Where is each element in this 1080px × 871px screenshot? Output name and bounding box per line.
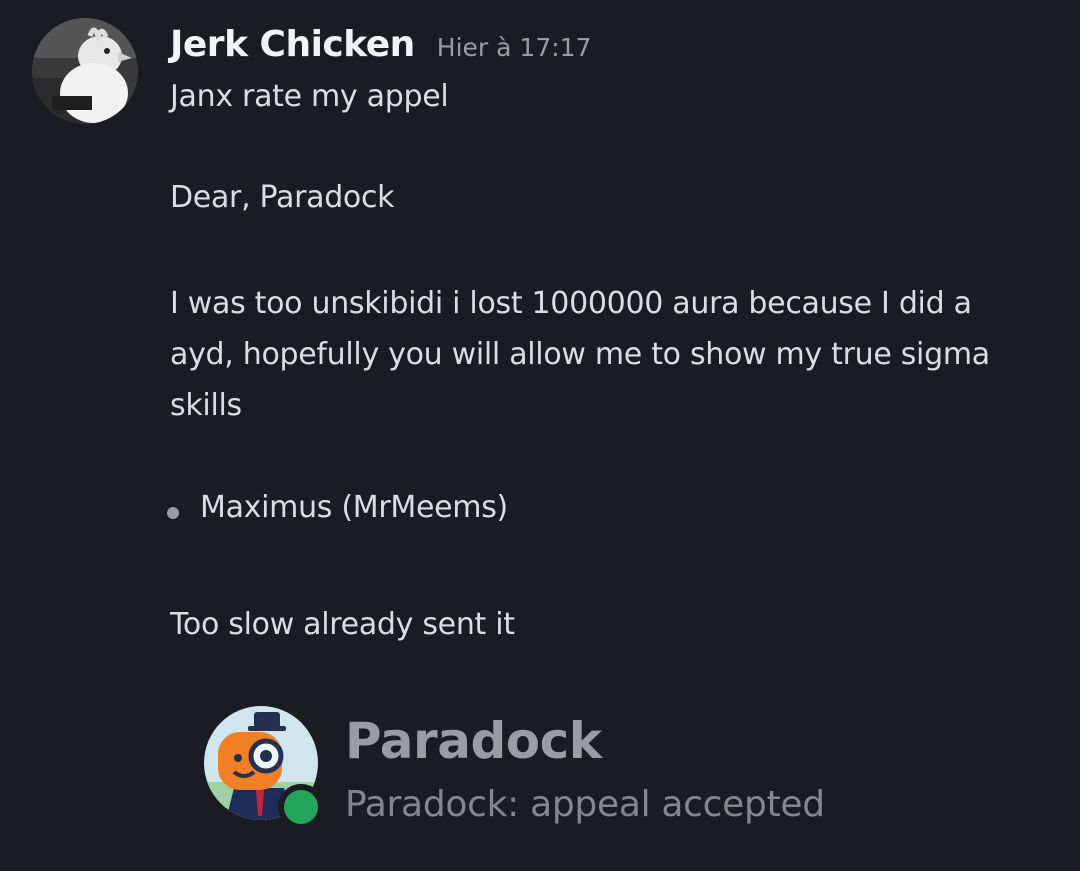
message-timestamp: Hier à 17:17 — [436, 33, 592, 62]
message-greeting: Dear, Paradock — [170, 180, 395, 215]
chicken-avatar-icon — [32, 18, 138, 124]
author-avatar[interactable] — [32, 18, 138, 124]
message-bullet-item: Maximus (MrMeems) — [200, 490, 508, 525]
message-followup: Too slow already sent it — [170, 607, 515, 642]
embed-title[interactable]: Paradock — [345, 712, 602, 770]
message-body-paragraph: I was too unskibidi i lost 1000000 aura … — [170, 286, 990, 423]
message-intro: Janx rate my appel — [170, 79, 449, 114]
bullet-dot — [167, 507, 179, 519]
message-header: Jerk Chicken Hier à 17:17 — [170, 24, 591, 65]
online-status-indicator — [278, 784, 324, 830]
embed-subtitle: Paradock: appeal accepted — [345, 784, 825, 825]
embed-avatar[interactable] — [204, 706, 324, 830]
author-username[interactable]: Jerk Chicken — [170, 24, 415, 65]
